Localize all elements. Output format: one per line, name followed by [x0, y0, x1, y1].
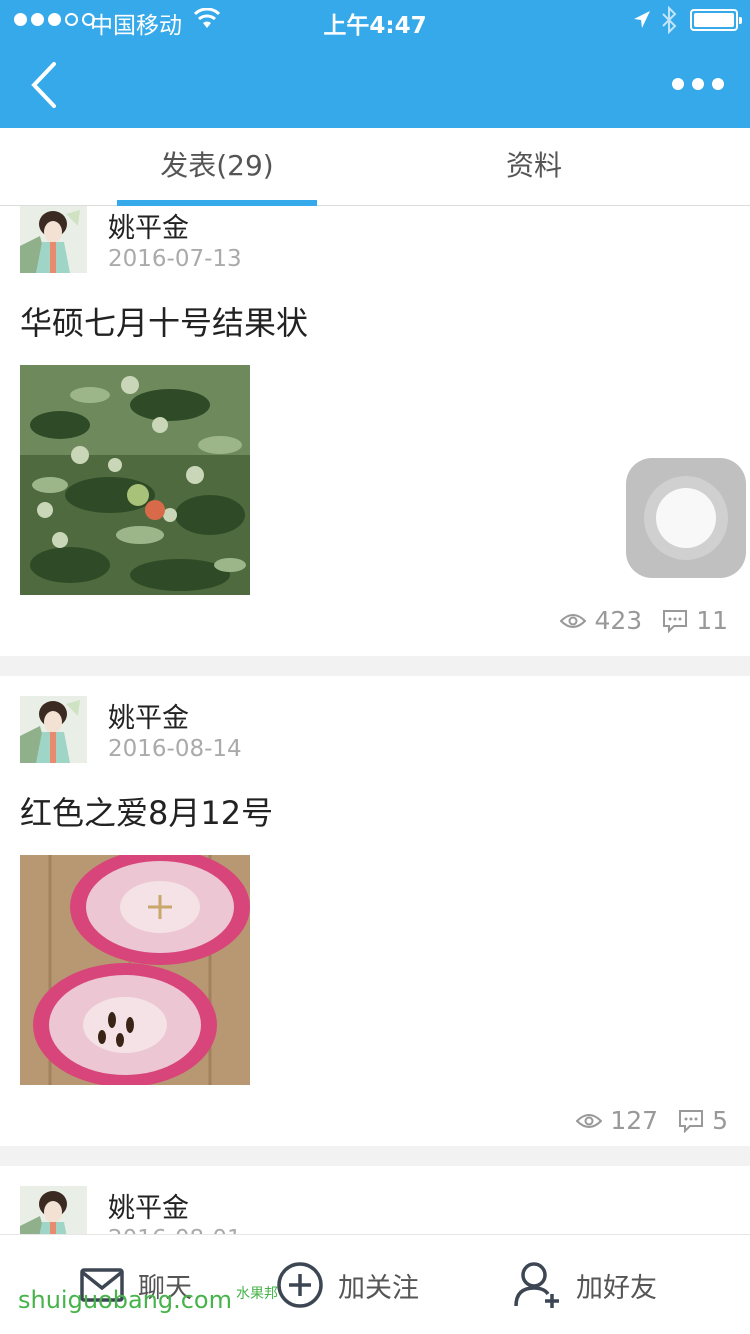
comment-count: 11	[696, 606, 728, 635]
profile-tabs: 发表(29) 资料	[0, 128, 750, 206]
bluetooth-icon	[662, 6, 677, 34]
post-title[interactable]: 红色之爱8月12号	[20, 788, 273, 834]
add-circle-icon	[277, 1262, 323, 1308]
follow-label: 加关注	[338, 1272, 419, 1304]
eye-icon	[576, 1113, 603, 1128]
post-title[interactable]: 华硕七月十号结果状	[20, 298, 308, 344]
watermark-text: shuiguobang.com	[18, 1286, 232, 1314]
author-avatar[interactable]	[20, 696, 87, 763]
post-date: 2016-07-13	[108, 246, 242, 272]
apple-tree-photo[interactable]	[20, 365, 250, 595]
battery-icon	[690, 9, 742, 31]
post-stats: 127 5	[576, 1106, 728, 1135]
post-card[interactable]: 姚平金 2016-08-01	[0, 1166, 750, 1234]
site-watermark: shuiguobang.com 水果邦	[18, 1286, 278, 1314]
post-date: 2016-08-14	[108, 736, 242, 762]
tab-posts[interactable]: 发表(29)	[117, 128, 317, 206]
eye-icon	[560, 613, 587, 628]
location-arrow-icon	[634, 11, 650, 28]
author-name[interactable]: 姚平金	[108, 696, 189, 735]
author-avatar[interactable]	[20, 206, 87, 273]
back-button[interactable]	[22, 60, 66, 110]
add-friend-button[interactable]: 加好友	[512, 1235, 657, 1334]
more-options-button[interactable]	[666, 70, 730, 98]
follow-button[interactable]: 加关注	[276, 1235, 419, 1334]
status-bar: 中国移动 上午4:47	[0, 0, 750, 40]
assistive-touch-button[interactable]	[626, 458, 746, 578]
add-user-icon	[514, 1262, 559, 1308]
add-friend-label: 加好友	[576, 1272, 657, 1304]
post-stats: 423 11	[560, 606, 728, 635]
post-feed[interactable]: 姚平金 2016-07-13 华硕七月十号结果状 423 11 姚平金 2016…	[0, 206, 750, 1234]
comment-icon	[663, 609, 688, 633]
comment-count: 5	[712, 1106, 728, 1135]
view-count: 423	[594, 606, 643, 635]
bottom-action-bar: 聊天 加关注 加好友	[0, 1234, 750, 1334]
post-card[interactable]: 姚平金 2016-07-13 华硕七月十号结果状 423 11	[0, 206, 750, 656]
author-avatar[interactable]	[20, 1186, 87, 1234]
watermark-cn: 水果邦	[236, 1286, 278, 1302]
top-bar: 中国移动 上午4:47	[0, 0, 750, 128]
author-name[interactable]: 姚平金	[108, 206, 189, 245]
author-name[interactable]: 姚平金	[108, 1186, 189, 1225]
post-card[interactable]: 姚平金 2016-08-14 红色之爱8月12号 127 5	[0, 676, 750, 1146]
view-count: 127	[610, 1106, 659, 1135]
chat-button[interactable]: 聊天	[80, 1235, 192, 1334]
comment-icon	[679, 1109, 704, 1133]
post-date: 2016-08-01	[108, 1226, 242, 1234]
tab-profile-info[interactable]: 资料	[434, 128, 634, 206]
cut-red-apple-photo[interactable]	[20, 855, 250, 1085]
